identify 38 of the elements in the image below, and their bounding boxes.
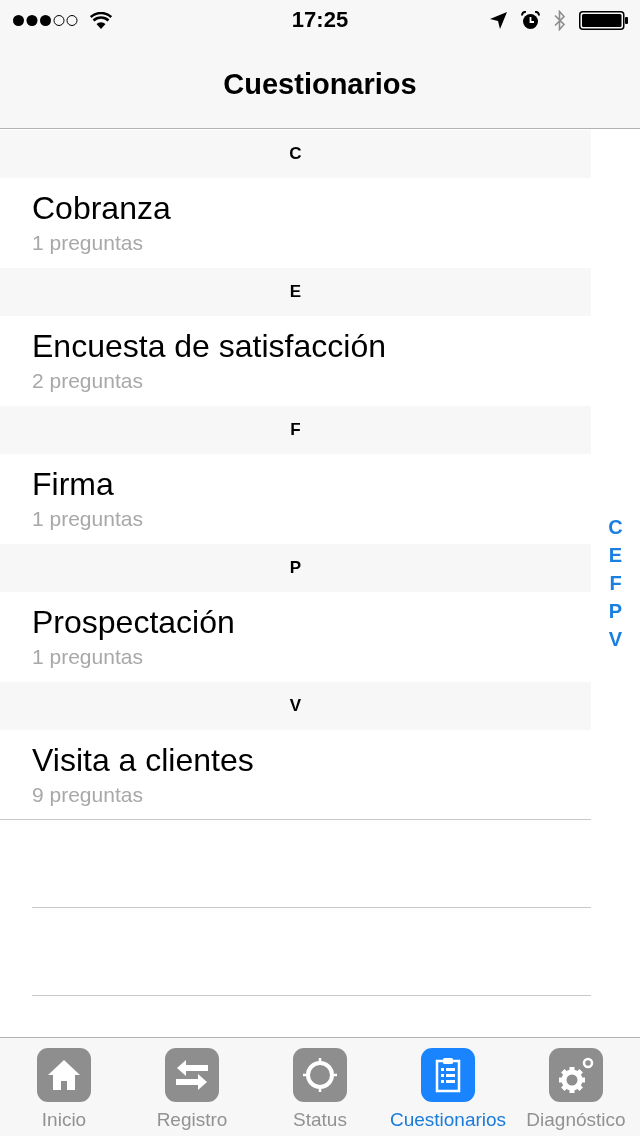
bluetooth-icon: [554, 9, 565, 31]
swap-arrows-icon: [165, 1048, 219, 1102]
wifi-icon: [90, 11, 112, 29]
question-count: 1 preguntas: [32, 644, 143, 670]
questionnaire-title[interactable]: Firma: [32, 465, 114, 503]
section-header: V: [0, 682, 591, 730]
home-icon: [37, 1048, 91, 1102]
target-icon: [293, 1048, 347, 1102]
section-header: E: [0, 268, 591, 316]
index-letter[interactable]: P: [608, 597, 623, 625]
battery-icon: [579, 10, 628, 30]
tab-item[interactable]: Inicio: [0, 1038, 128, 1136]
section-header: P: [0, 544, 591, 592]
alarm-clock-icon: [521, 10, 540, 30]
index-letter[interactable]: F: [609, 569, 622, 597]
tab-item[interactable]: Cuestionarios: [384, 1038, 512, 1136]
question-count: 1 preguntas: [32, 506, 143, 532]
signal-strength-icon: [12, 13, 78, 27]
index-letter[interactable]: V: [608, 625, 623, 653]
question-count: 1 preguntas: [32, 230, 143, 256]
questionnaire-title[interactable]: Encuesta de satisfacción: [32, 327, 386, 365]
questionnaire-title[interactable]: Prospectación: [32, 603, 235, 641]
gears-icon: [549, 1048, 603, 1102]
index-letter[interactable]: C: [608, 513, 623, 541]
question-count: 9 preguntas: [32, 782, 143, 808]
section-header: C: [0, 130, 591, 178]
section-header: F: [0, 406, 591, 454]
tab-item[interactable]: Diagnóstico: [512, 1038, 640, 1136]
clipboard-icon: [421, 1048, 475, 1102]
question-count: 2 preguntas: [32, 368, 143, 394]
questionnaire-title[interactable]: Cobranza: [32, 189, 171, 227]
location-arrow-icon: [490, 11, 507, 29]
index-letter[interactable]: E: [608, 541, 623, 569]
status-time: 17:25: [291, 7, 349, 33]
tab-item[interactable]: Status: [256, 1038, 384, 1136]
questionnaire-title[interactable]: Visita a clientes: [32, 741, 254, 779]
tab-item[interactable]: Registro: [128, 1038, 256, 1136]
screen-title: Cuestionarios: [223, 67, 417, 101]
